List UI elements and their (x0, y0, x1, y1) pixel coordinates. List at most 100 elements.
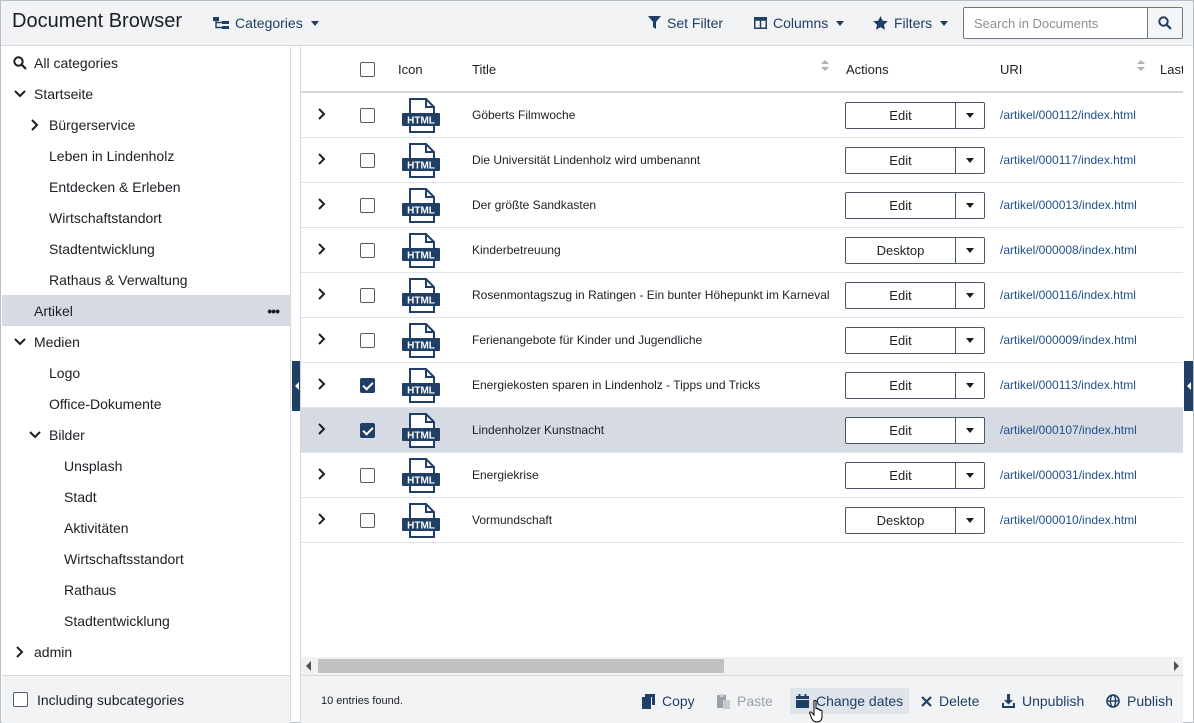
row-checkbox[interactable] (360, 513, 375, 528)
row-action-dropdown[interactable] (956, 148, 984, 173)
table-row[interactable]: HTML Energiekosten sparen in Lindenholz … (301, 363, 1183, 408)
row-checkbox[interactable] (360, 468, 375, 483)
row-action-button[interactable]: Edit (846, 463, 956, 488)
sidebar-item-aktivitaeten[interactable]: Aktivitäten (2, 512, 291, 543)
chevron-right-icon[interactable] (317, 422, 331, 438)
table-row[interactable]: HTML Der größte Sandkasten Edit /artikel… (301, 183, 1183, 228)
chevron-right-icon[interactable] (317, 512, 331, 528)
row-action-dropdown[interactable] (956, 508, 984, 533)
row-uri-link[interactable]: /artikel/000031/index.html (1000, 468, 1137, 482)
chevron-right-icon[interactable] (317, 287, 331, 303)
chevron-right-icon[interactable] (317, 197, 331, 213)
row-checkbox[interactable] (360, 423, 375, 438)
horizontal-scrollbar[interactable] (301, 657, 1183, 675)
table-row[interactable]: HTML Rosenmontagszug in Ratingen - Ein b… (301, 273, 1183, 318)
chevron-right-icon[interactable] (317, 107, 331, 123)
table-row[interactable]: HTML Ferienangebote für Kinder und Jugen… (301, 318, 1183, 363)
sidebar-item-rathaus[interactable]: Rathaus (2, 574, 291, 605)
search-button[interactable] (1147, 8, 1182, 38)
scroll-right-icon[interactable] (1174, 661, 1179, 671)
sidebar-item-unsplash[interactable]: Unsplash (2, 450, 291, 481)
chevron-right-icon[interactable] (317, 332, 331, 348)
include-subcategories-checkbox[interactable] (13, 692, 28, 707)
row-checkbox[interactable] (360, 378, 375, 393)
filters-button[interactable]: Filters (873, 13, 949, 33)
sidebar-item-entdecken-erleben[interactable]: Entdecken & Erleben (2, 171, 291, 202)
column-header-uri[interactable]: URI (1000, 62, 1022, 77)
sidebar-item-wirtschaftsstandort[interactable]: Wirtschaftsstandort (2, 543, 291, 574)
sidebar-item-rathaus-verwaltung[interactable]: Rathaus & Verwaltung (2, 264, 291, 295)
columns-button[interactable]: Columns (754, 13, 845, 33)
row-title[interactable]: Der größte Sandkasten (472, 198, 596, 212)
chevron-right-icon[interactable] (317, 377, 331, 393)
row-title[interactable]: Göberts Filmwoche (472, 108, 575, 122)
set-filter-button[interactable]: Set Filter (648, 13, 723, 33)
chevron-right-icon[interactable] (27, 117, 43, 133)
row-uri-link[interactable]: /artikel/000113/index.html (1000, 378, 1136, 392)
table-row[interactable]: HTML Lindenholzer Kunstnacht Edit /artik… (301, 408, 1183, 453)
row-action-button[interactable]: Edit (846, 328, 956, 353)
row-title[interactable]: Lindenholzer Kunstnacht (472, 423, 604, 437)
sidebar-item-startseite[interactable]: Startseite (2, 78, 291, 109)
sidebar-item-medien[interactable]: Medien (2, 326, 291, 357)
row-checkbox[interactable] (360, 108, 375, 123)
row-action-button[interactable]: Edit (846, 373, 956, 398)
sidebar-item-admin[interactable]: admin (2, 636, 291, 667)
row-action-dropdown[interactable] (956, 373, 984, 398)
chevron-right-icon[interactable] (12, 644, 28, 660)
row-title[interactable]: Die Universität Lindenholz wird umbenann… (472, 153, 700, 167)
unpublish-button[interactable]: Unpublish (996, 688, 1090, 714)
categories-button[interactable]: Categories (213, 13, 319, 33)
row-uri-link[interactable]: /artikel/000010/index.html (1000, 513, 1137, 527)
row-action-button[interactable]: Edit (846, 148, 956, 173)
row-action-button[interactable]: Desktop (846, 238, 956, 263)
row-uri-link[interactable]: /artikel/000013/index.html (1000, 198, 1137, 212)
row-action-button[interactable]: Edit (846, 283, 956, 308)
row-checkbox[interactable] (360, 333, 375, 348)
sidebar-item-stadtentwicklung-bilder[interactable]: Stadtentwicklung (2, 605, 291, 636)
table-row[interactable]: HTML Vormundschaft Desktop /artikel/0000… (301, 498, 1183, 543)
row-uri-link[interactable]: /artikel/000116/index.html (1000, 288, 1136, 302)
delete-button[interactable]: Delete (915, 688, 985, 714)
sidebar-item-logo[interactable]: Logo (2, 357, 291, 388)
chevron-right-icon[interactable] (317, 152, 331, 168)
chevron-right-icon[interactable] (317, 467, 331, 483)
row-title[interactable]: Rosenmontagszug in Ratingen - Ein bunter… (472, 288, 830, 302)
row-action-button[interactable]: Edit (846, 193, 956, 218)
row-checkbox[interactable] (360, 243, 375, 258)
row-uri-link[interactable]: /artikel/000009/index.html (1000, 333, 1137, 347)
row-checkbox[interactable] (360, 198, 375, 213)
row-title[interactable]: Ferienangebote für Kinder und Jugendlich… (472, 333, 702, 347)
sidebar-item-all-categories[interactable]: All categories (2, 47, 291, 78)
row-checkbox[interactable] (360, 288, 375, 303)
row-action-dropdown[interactable] (956, 328, 984, 353)
search-input[interactable] (964, 8, 1148, 38)
sidebar-item-wirtschaftstandort[interactable]: Wirtschaftstandort (2, 202, 291, 233)
row-uri-link[interactable]: /artikel/000107/index.html (1000, 423, 1137, 437)
column-header-last[interactable]: Last (1160, 62, 1183, 77)
sidebar-item-leben-in-lindenholz[interactable]: Leben in Lindenholz (2, 140, 291, 171)
publish-button[interactable]: Publish (1100, 688, 1179, 714)
row-action-button[interactable]: Desktop (846, 508, 956, 533)
change-dates-button[interactable]: Change dates (790, 688, 910, 714)
column-header-title[interactable]: Title (472, 62, 496, 77)
paste-button[interactable]: Paste (711, 688, 779, 714)
scrollbar-thumb[interactable] (318, 659, 724, 673)
row-action-button[interactable]: Edit (846, 103, 956, 128)
row-action-dropdown[interactable] (956, 103, 984, 128)
sidebar-item-bilder[interactable]: Bilder (2, 419, 291, 450)
row-title[interactable]: Energiekrise (472, 468, 539, 482)
chevron-right-icon[interactable] (317, 242, 331, 258)
row-title[interactable]: Vormundschaft (472, 513, 552, 527)
row-action-dropdown[interactable] (956, 193, 984, 218)
chevron-down-icon[interactable] (27, 427, 43, 443)
more-options-icon[interactable]: ••• (267, 303, 280, 319)
right-panel-collapse-handle[interactable] (1184, 361, 1193, 411)
row-title[interactable]: Kinderbetreuung (472, 243, 561, 257)
select-all-checkbox[interactable] (360, 62, 375, 77)
row-uri-link[interactable]: /artikel/000112/index.html (1000, 108, 1136, 122)
table-row[interactable]: HTML Kinderbetreuung Desktop /artikel/00… (301, 228, 1183, 273)
chevron-down-icon[interactable] (12, 86, 28, 102)
row-action-dropdown[interactable] (956, 463, 984, 488)
row-action-button[interactable]: Edit (846, 418, 956, 443)
